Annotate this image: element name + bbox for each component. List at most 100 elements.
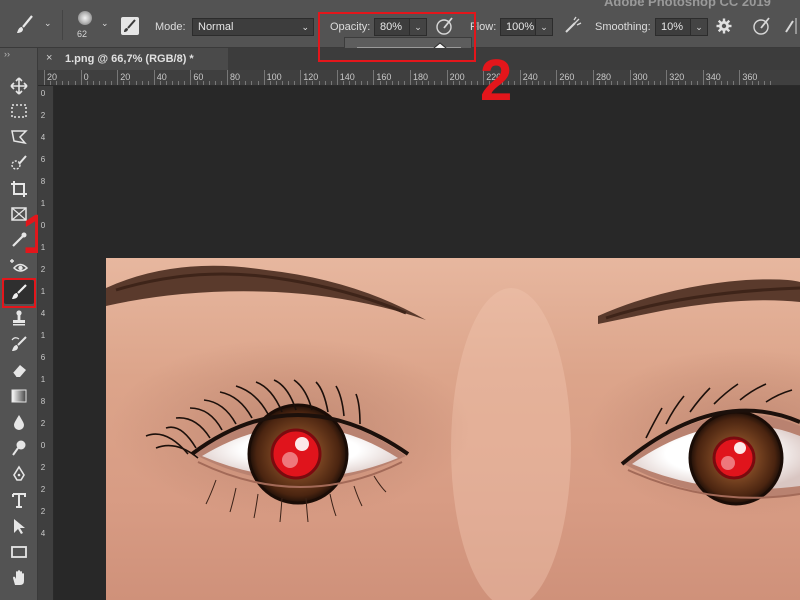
chevron-down-icon[interactable]: ⌄ [44, 18, 52, 29]
ruler-minor-tick [623, 81, 625, 85]
crop-tool[interactable] [4, 177, 34, 201]
ruler-label: 2 [40, 111, 46, 120]
quick-selection-tool[interactable] [4, 151, 34, 175]
tools-panel: ›› [0, 48, 38, 600]
flow-input[interactable]: 100% [500, 18, 536, 36]
ruler-minor-tick [330, 81, 332, 85]
ruler-minor-tick [86, 81, 88, 85]
ruler-label: 1 [40, 375, 46, 384]
document-tab[interactable]: × 1.png @ 66,7% (RGB/8) * [38, 48, 228, 70]
quick-selection-icon [11, 155, 27, 170]
ruler-minor-tick [696, 81, 698, 85]
ruler-minor-tick [294, 81, 296, 85]
history-brush-tool[interactable] [4, 332, 34, 356]
ruler-minor-tick [532, 81, 533, 85]
ruler-minor-tick [550, 81, 552, 85]
eraser-icon [12, 365, 26, 378]
smoothing-input[interactable]: 10% [655, 18, 691, 36]
ruler-minor-tick [98, 81, 100, 85]
ruler-label: 6 [40, 155, 46, 164]
ruler-label: 0 [40, 221, 46, 230]
ruler-minor-tick [208, 81, 210, 85]
ruler-label: 1 [40, 331, 46, 340]
ruler-minor-tick [397, 81, 399, 85]
ruler-minor-tick [586, 81, 588, 85]
ruler-minor-tick [428, 81, 430, 85]
flow-dropdown-button[interactable]: ⌄ [535, 18, 553, 36]
ruler-minor-tick [172, 81, 174, 85]
ruler-label: 0 [40, 89, 46, 98]
ruler-minor-tick [50, 81, 52, 85]
ruler-minor-tick [464, 81, 466, 85]
smoothing-label: Smoothing: [595, 21, 651, 33]
blur-tool[interactable] [4, 410, 34, 434]
ruler-minor-tick [599, 81, 601, 85]
ruler-minor-tick [275, 81, 277, 85]
ruler-tick [629, 70, 631, 85]
step-2-number: 2 [480, 48, 513, 113]
dodge-icon [12, 440, 26, 456]
ruler-minor-tick [416, 81, 418, 85]
ruler-tick [263, 70, 265, 85]
brush-size-picker[interactable]: 62 [72, 8, 98, 40]
ruler-label: 1 [40, 199, 46, 208]
ruler-minor-tick [574, 81, 576, 85]
ruler-tick [190, 70, 192, 85]
ruler-minor-tick [635, 81, 637, 85]
history-brush-icon [11, 336, 27, 351]
ruler-minor-tick [727, 81, 729, 85]
ruler-tick [739, 70, 741, 85]
ruler-minor-tick [544, 81, 546, 85]
rectangle-tool[interactable] [4, 540, 34, 564]
ruler-minor-tick [269, 81, 271, 85]
ruler-minor-tick [349, 81, 350, 85]
ruler-tick [117, 70, 119, 85]
lasso-tool[interactable] [4, 125, 34, 149]
type-tool[interactable] [4, 488, 34, 512]
ruler-minor-tick [196, 81, 198, 85]
ruler-tick [227, 70, 228, 85]
pressure-size-icon[interactable] [752, 16, 772, 36]
collapse-panel-icon[interactable]: ›› [4, 49, 10, 59]
mode-select[interactable]: Normal ⌄ [192, 18, 314, 36]
ruler-minor-tick [440, 81, 442, 85]
ruler-label: 1 [40, 287, 46, 296]
photo-canvas[interactable] [106, 258, 800, 600]
clone-stamp-icon [13, 310, 25, 326]
marquee-tool[interactable] [4, 99, 34, 123]
ruler-tick [446, 70, 448, 85]
path-selection-arrow-icon [14, 519, 25, 534]
ruler-minor-tick [318, 81, 320, 85]
ruler-tick [666, 70, 668, 85]
gradient-tool[interactable] [4, 384, 34, 408]
smoothing-dropdown-button[interactable]: ⌄ [690, 18, 708, 36]
ruler-minor-tick [166, 81, 167, 85]
pen-tool[interactable] [4, 462, 34, 486]
close-tab-icon[interactable]: × [46, 52, 52, 64]
ruler-minor-tick [62, 81, 64, 85]
brush-preset-icon[interactable] [14, 14, 36, 36]
dodge-tool[interactable] [4, 436, 34, 460]
ruler-minor-tick [403, 81, 405, 85]
gear-icon[interactable] [716, 18, 732, 34]
symmetry-icon[interactable] [782, 16, 800, 36]
step-1-highlight-box [2, 278, 36, 308]
ruler-minor-tick [74, 81, 76, 85]
hand-tool[interactable] [4, 566, 34, 590]
ruler-minor-tick [477, 81, 479, 85]
ruler-label: 8 [40, 177, 46, 186]
airbrush-icon[interactable] [563, 16, 583, 36]
ruler-tick [44, 70, 45, 85]
move-tool[interactable] [4, 74, 34, 98]
ruler-minor-tick [342, 81, 344, 85]
path-selection-tool[interactable] [4, 514, 34, 538]
app-title: Adobe Photoshop CC 2019 [604, 0, 771, 9]
ruler-minor-tick [379, 81, 381, 85]
ruler-label: 6 [40, 353, 46, 362]
eraser-tool[interactable] [4, 358, 34, 382]
chevron-down-icon[interactable]: ⌄ [101, 18, 109, 29]
ruler-minor-tick [251, 81, 253, 85]
brush-settings-panel-icon[interactable] [120, 16, 140, 36]
ruler-minor-tick [538, 81, 540, 85]
clone-stamp-tool[interactable] [4, 306, 34, 330]
